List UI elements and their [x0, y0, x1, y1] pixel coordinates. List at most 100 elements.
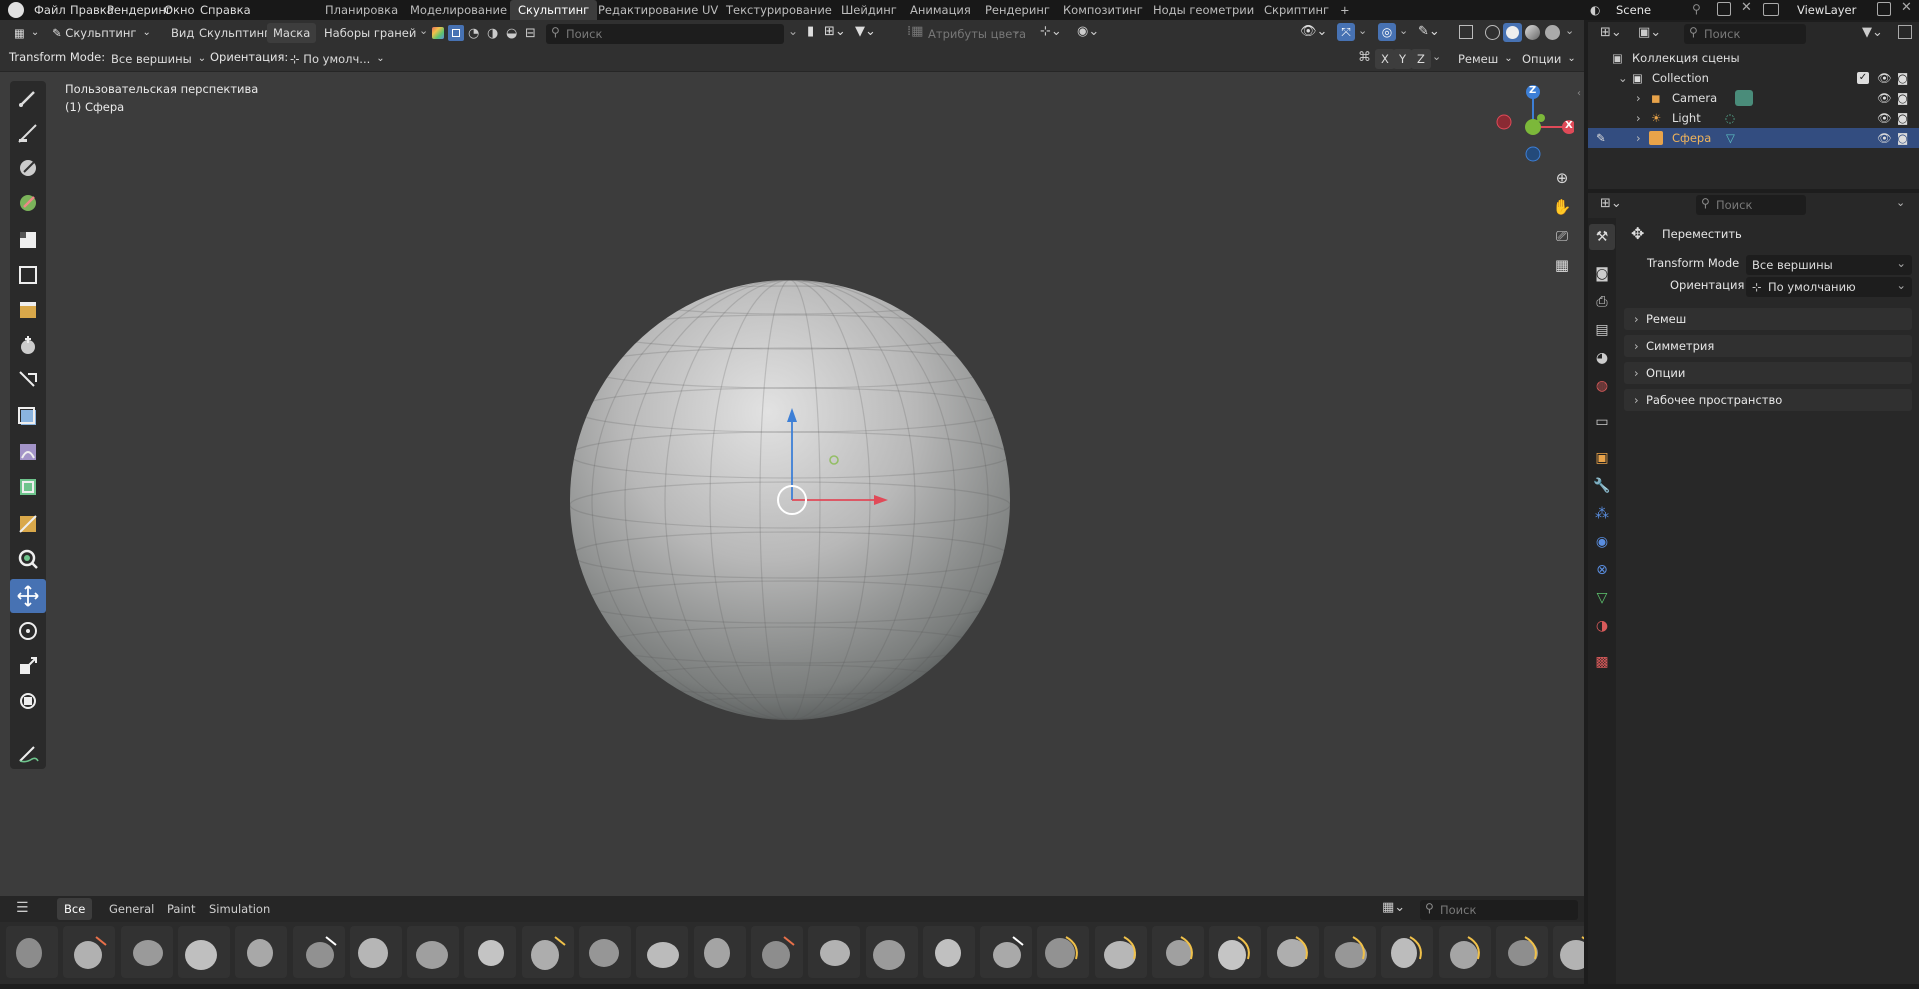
data-tab-icon[interactable]: ▽ [1589, 585, 1615, 611]
mode-dropdown[interactable]: ✎ Скульптинг [46, 23, 157, 43]
expand-arrow-icon[interactable]: ⌄ [1618, 68, 1628, 88]
material-shading-icon[interactable] [1525, 25, 1540, 40]
panel-options[interactable]: Опции [1624, 362, 1912, 384]
camera-render-icon[interactable]: ◙ [1897, 108, 1908, 128]
brush-clay-thumbnail[interactable] [63, 926, 116, 978]
transform-pivot-icon[interactable]: ⊹⌄ [1040, 24, 1062, 39]
properties-options-icon[interactable]: ⌄ [1896, 196, 1905, 209]
tab-geometry-nodes[interactable]: Ноды геометрии [1145, 0, 1262, 20]
delete-scene-icon[interactable]: ✕ [1741, 0, 1752, 15]
line-mask-icon[interactable]: ◑ [487, 26, 498, 41]
brush-scrape-thumbnail[interactable] [808, 926, 861, 978]
editor-type-dropdown[interactable]: ▦ [8, 23, 45, 43]
display-size-icon[interactable]: ▦⌄ [1382, 900, 1405, 915]
clay-tool[interactable] [10, 151, 46, 185]
brush-thumb-thumbnail[interactable] [1037, 926, 1090, 978]
brush-flatten-thumbnail[interactable] [693, 926, 746, 978]
xray-toggle-icon[interactable] [1459, 25, 1473, 39]
shelf-tab-all[interactable]: Все [57, 898, 93, 920]
paint-tool[interactable] [10, 186, 46, 220]
scale-tool[interactable] [10, 649, 46, 683]
symmetry-x-toggle[interactable]: X [1375, 49, 1395, 69]
camera-render-icon[interactable]: ◙ [1897, 88, 1908, 108]
box-hide-tool[interactable] [10, 258, 46, 292]
pan-hand-icon[interactable]: ✋ [1549, 194, 1575, 220]
transform-mode-dropdown[interactable]: Все вершины [105, 49, 212, 69]
camera-render-icon[interactable]: ◙ [1897, 68, 1908, 88]
zoom-icon[interactable]: ⊕ [1549, 165, 1575, 191]
viewport-search-input[interactable]: Поиск [546, 24, 784, 44]
mesh-filter-tool[interactable] [10, 400, 46, 434]
object-tab-icon[interactable]: ▣ [1589, 445, 1615, 471]
tab-uv-editing[interactable]: Редактирование UV [590, 0, 726, 20]
sculpt-menu[interactable]: Скульптинг [193, 23, 276, 43]
brush-multires-thumbnail[interactable] [865, 926, 918, 978]
blender-logo-icon[interactable] [8, 2, 24, 18]
expand-arrow-icon[interactable]: › [1636, 128, 1641, 148]
render-tab-icon[interactable]: ◙ [1589, 261, 1615, 287]
brush-inflate-thumbnail[interactable] [464, 926, 517, 978]
box-trim-tool[interactable] [10, 328, 46, 362]
properties-search-input[interactable]: Поиск [1696, 195, 1806, 215]
hamburger-menu-icon[interactable]: ☰ [16, 900, 29, 916]
brush-pose-thumbnail[interactable] [1094, 926, 1147, 978]
eye-icon[interactable]: 👁 [1877, 108, 1892, 128]
box-face-set-tool[interactable] [10, 293, 46, 327]
brush-simplify-thumbnail[interactable] [1438, 926, 1491, 978]
search-dropdown-icon[interactable]: ⌄ [788, 24, 798, 38]
tab-sculpting[interactable]: Скульптинг [510, 0, 598, 20]
options-dropdown[interactable]: Опции [1516, 49, 1582, 69]
outliner-filter-icon[interactable]: ▼⌄ [1862, 25, 1883, 40]
shelf-tab-paint[interactable]: Paint [160, 898, 202, 920]
menu-help[interactable]: Справка [193, 0, 258, 20]
transform-tool[interactable] [10, 684, 46, 718]
panel-symmetry[interactable]: Симметрия [1624, 335, 1912, 357]
face-set-color-icon[interactable] [432, 27, 444, 39]
add-workspace-button[interactable]: + [1332, 0, 1358, 20]
view-layer-icon[interactable] [1763, 3, 1779, 16]
outliner-camera-row[interactable]: › ◼ Camera 👁 ◙ [1590, 88, 1918, 108]
outliner-new-collection-icon[interactable] [1898, 25, 1912, 39]
brush-draw-thumbnail[interactable] [235, 926, 288, 978]
constraints-tab-icon[interactable]: ⊗ [1589, 557, 1615, 583]
tab-compositing[interactable]: Композитинг [1055, 0, 1151, 20]
modifier-tab-icon[interactable]: 🔧 [1589, 473, 1615, 499]
gizmo-toggle-icon[interactable]: ⤧ [1337, 23, 1355, 41]
outliner-sphere-row[interactable]: ✎ › Сфера ▽ 👁 ◙ [1588, 128, 1919, 148]
bookmark-icon[interactable]: ▮ [807, 24, 814, 39]
proportional-icon[interactable]: ◉⌄ [1077, 24, 1099, 39]
mask-by-color-tool[interactable] [10, 542, 46, 576]
tab-layout[interactable]: Планировка [317, 0, 406, 20]
move-tool[interactable] [10, 579, 46, 613]
tab-shading[interactable]: Шейдинг [833, 0, 905, 20]
draw-brush-tool[interactable] [10, 81, 46, 115]
prop-orientation-dropdown[interactable]: ⊹ По умолчанию ⌄ [1746, 277, 1912, 297]
particles-tab-icon[interactable]: ⁂ [1589, 501, 1615, 527]
visibility-toggle-icon[interactable]: 👁⌄ [1300, 24, 1327, 39]
xray-icon[interactable]: ✎⌄ [1418, 24, 1440, 39]
brush-blob-thumbnail[interactable] [6, 926, 58, 978]
output-tab-icon[interactable]: ⎙ [1589, 289, 1615, 315]
brush-pinch-thumbnail[interactable] [579, 926, 631, 978]
camera-render-icon[interactable]: ◙ [1897, 128, 1908, 148]
scene-name-field[interactable]: Scene [1616, 0, 1696, 20]
face-sets-dropdown-icon[interactable]: ⌄ [419, 24, 428, 37]
perspective-toggle-icon[interactable]: ▦ [1549, 252, 1575, 278]
eye-icon[interactable]: 👁 [1877, 68, 1892, 88]
edit-face-set-tool[interactable] [10, 507, 46, 541]
collection-tab-icon[interactable]: ▭ [1589, 409, 1615, 435]
brush-rotate-thumbnail[interactable] [1209, 926, 1262, 978]
panel-workspace[interactable]: Рабочее пространство [1624, 389, 1912, 411]
panel-remesh[interactable]: Ремеш [1624, 308, 1912, 330]
symmetry-icon[interactable]: ⌘ [1358, 50, 1371, 65]
gizmo-dropdown-icon[interactable]: ⌄ [1358, 24, 1367, 37]
orientation-dropdown[interactable]: ⊹ По умолч... [284, 49, 391, 69]
view-layer-tab-icon[interactable]: ▤ [1589, 317, 1615, 343]
eye-icon[interactable]: 👁 [1877, 128, 1892, 148]
brush-crease-thumbnail[interactable] [177, 926, 230, 978]
brush-nudge-thumbnail[interactable] [1152, 926, 1204, 978]
box-mask-tool[interactable] [10, 223, 46, 257]
outliner-scene-collection[interactable]: ▣ Коллекция сцены [1590, 48, 1918, 68]
scene-tab-icon[interactable]: ◕ [1589, 345, 1615, 371]
brush-layer-thumbnail[interactable] [521, 926, 574, 978]
